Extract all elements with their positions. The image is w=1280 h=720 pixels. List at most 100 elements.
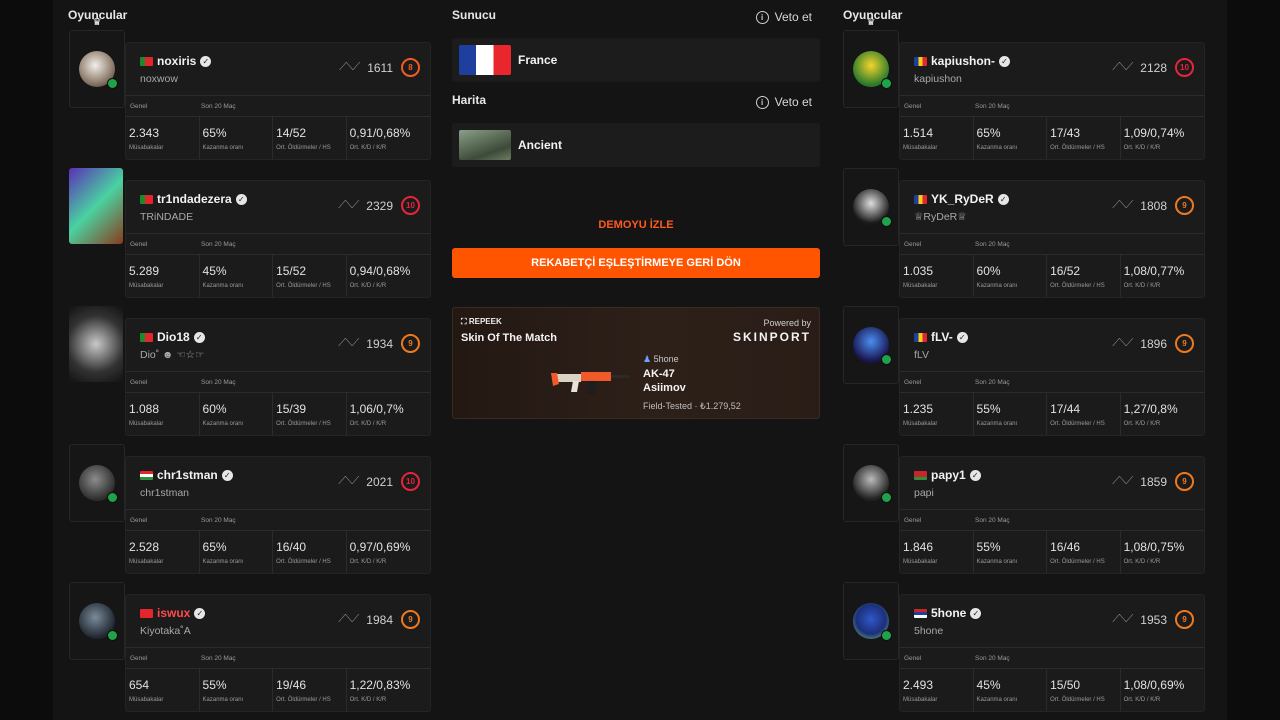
kd-value: 1,08/0,69%: [1123, 678, 1185, 692]
repeek-brand: ⛶ REPEEK: [461, 317, 502, 327]
stat-winrate: 60% Kazanma oranı: [974, 255, 1048, 297]
avatar-frame[interactable]: ♛: [843, 17, 899, 108]
matches-label: Müsabakalar: [903, 559, 938, 565]
player-name-row[interactable]: kapiushon- ✓: [914, 54, 1011, 68]
player-name-row[interactable]: Dio18 ✓: [140, 330, 205, 344]
general-label: Genel: [904, 379, 922, 386]
avatar-frame[interactable]: [843, 306, 899, 384]
stats-labels-row: Genel Son 20 Maç: [900, 648, 1204, 669]
stat-kills: 16/52 Ort. Öldürmeler / HS: [1047, 255, 1121, 297]
stat-matches: 1.514 Müsabakalar: [900, 117, 974, 159]
last20-label: Son 20 Maç: [975, 379, 1010, 386]
player-card[interactable]: iswux ✓ Kiyotaka˚A ⟋⟍⟋ 1984 9 Genel Son …: [69, 582, 431, 712]
server-section: Sunucu i Veto et France: [452, 0, 820, 90]
country-flag-icon: [914, 608, 927, 618]
last20-label: Son 20 Maç: [975, 517, 1010, 524]
winrate-value: 45%: [976, 678, 1001, 692]
player-name-row[interactable]: tr1ndadezera ✓: [140, 192, 247, 206]
player-header: noxiris ✓ noxwow ⟋⟍⟋ 1611 8: [126, 43, 430, 96]
player-card[interactable]: papy1 ✓ papi ⟋⟍⟋ 1859 9 Genel Son 20 Maç: [843, 444, 1205, 574]
player-card[interactable]: fLV- ✓ fLV ⟋⟍⟋ 1896 9 Genel Son 20 Maç 1…: [843, 306, 1205, 436]
avatar-frame[interactable]: [69, 444, 125, 522]
player-name-row[interactable]: chr1stman ✓: [140, 468, 233, 482]
kills-label: Ort. Öldürmeler / HS: [276, 421, 331, 427]
verified-icon: ✓: [999, 55, 1011, 67]
player-card[interactable]: ♛ kapiushon- ✓ kapiushon ⟋⟍⟋ 2128 10 Gen…: [843, 17, 1205, 160]
weapon-name: AK-47: [643, 368, 675, 380]
player-name-row[interactable]: fLV- ✓: [914, 330, 968, 344]
avatar-frame[interactable]: [69, 168, 123, 244]
general-label: Genel: [130, 103, 148, 110]
kills-label: Ort. Öldürmeler / HS: [276, 559, 331, 565]
stats-row: 2.528 Müsabakalar 65% Kazanma oranı 16/4…: [126, 531, 430, 573]
avatar-frame[interactable]: ♛: [69, 17, 125, 108]
avatar-frame[interactable]: [843, 582, 899, 660]
player-name-row[interactable]: iswux ✓: [140, 606, 206, 620]
kd-value: 1,06/0,7%: [349, 402, 404, 416]
winrate-label: Kazanma oranı: [976, 421, 1018, 427]
kills-label: Ort. Öldürmeler / HS: [1050, 283, 1105, 289]
player-nickname: Dio18: [157, 330, 190, 344]
kills-value: 17/44: [1050, 402, 1081, 416]
elo-value: 1934: [366, 336, 393, 351]
kills-value: 19/46: [276, 678, 307, 692]
stats-labels-row: Genel Son 20 Maç: [126, 96, 430, 117]
winrate-label: Kazanma oranı: [202, 145, 244, 151]
player-subname: noxwow: [140, 73, 178, 85]
powered-by-label: Powered by: [763, 318, 811, 328]
matches-label: Müsabakalar: [129, 421, 164, 427]
trend-icon: ⟋⟍⟋: [1112, 199, 1133, 211]
elo-value: 1953: [1140, 612, 1167, 627]
map-option[interactable]: Ancient: [452, 123, 820, 167]
player-header: kapiushon- ✓ kapiushon ⟋⟍⟋ 2128 10: [900, 43, 1204, 96]
kills-label: Ort. Öldürmeler / HS: [1050, 145, 1105, 151]
player-card[interactable]: YK_RyDeR ✓ ♕RyDeR♕ ⟋⟍⟋ 1808 9 Genel Son …: [843, 168, 1205, 298]
online-status-icon: [107, 492, 118, 503]
avatar-frame[interactable]: [843, 168, 899, 246]
player-card[interactable]: chr1stman ✓ chr1stman ⟋⟍⟋ 2021 10 Genel …: [69, 444, 431, 574]
avatar-frame[interactable]: [843, 444, 899, 522]
elo-value: 2329: [366, 198, 393, 213]
player-name-row[interactable]: papy1 ✓: [914, 468, 981, 482]
map-veto-button[interactable]: i Veto et: [755, 95, 812, 109]
player-card[interactable]: 5hone ✓ 5hone ⟋⟍⟋ 1953 9 Genel Son 20 Ma…: [843, 582, 1205, 712]
kills-value: 17/43: [1050, 126, 1081, 140]
player-card[interactable]: Dio18 ✓ Dio˚ ☻ ☜☆☞ ⟋⟍⟋ 1934 9 Genel Son …: [69, 306, 431, 436]
server-veto-label: Veto et: [774, 10, 812, 24]
watch-demo-link[interactable]: DEMOYU İZLE: [452, 219, 820, 231]
avatar-frame[interactable]: [69, 306, 123, 382]
avatar-frame[interactable]: [69, 582, 125, 660]
player-card[interactable]: ♛ noxiris ✓ noxwow ⟋⟍⟋ 1611 8 Genel Son …: [69, 17, 431, 160]
stat-kills: 16/46 Ort. Öldürmeler / HS: [1047, 531, 1121, 573]
trend-icon: ⟋⟍⟋: [338, 475, 359, 487]
elo-display: ⟋⟍⟋ 1611 8: [339, 58, 420, 77]
stat-kd: 1,22/0,83% Ort. K/D / K/R: [347, 669, 430, 711]
player-name-row[interactable]: YK_RyDeR ✓: [914, 192, 1009, 206]
player-card[interactable]: tr1ndadezera ✓ TRiNDADE ⟋⟍⟋ 2329 10 Gene…: [69, 168, 431, 298]
stat-matches: 1.088 Müsabakalar: [126, 393, 200, 435]
stats-row: 5.289 Müsabakalar 45% Kazanma oranı 15/5…: [126, 255, 430, 297]
stat-kd: 1,08/0,75% Ort. K/D / K/R: [1121, 531, 1204, 573]
trend-icon: ⟋⟍⟋: [1112, 61, 1133, 73]
player-name-row[interactable]: 5hone ✓: [914, 606, 982, 620]
player-name-row[interactable]: noxiris ✓: [140, 54, 212, 68]
repeek-label: REPEEK: [468, 317, 502, 326]
back-to-competitive-button[interactable]: REKABETÇİ EŞLEŞTİRMEYE GERİ DÖN: [452, 248, 820, 278]
elo-value: 2128: [1140, 60, 1167, 75]
player-subname: TRiNDADE: [140, 211, 194, 223]
server-veto-button[interactable]: i Veto et: [755, 10, 812, 24]
winrate-value: 55%: [976, 402, 1001, 416]
stat-kd: 1,06/0,7% Ort. K/D / K/R: [347, 393, 430, 435]
player-subname: Dio˚ ☻ ☜☆☞: [140, 349, 205, 361]
player-subname: ♕RyDeR♕: [914, 211, 967, 223]
winrate-value: 65%: [202, 540, 227, 554]
player-stats-card: fLV- ✓ fLV ⟋⟍⟋ 1896 9 Genel Son 20 Maç 1…: [899, 318, 1205, 436]
kills-label: Ort. Öldürmeler / HS: [1050, 697, 1105, 703]
elo-display: ⟋⟍⟋ 1859 9: [1112, 472, 1194, 491]
skin-of-the-match-ad[interactable]: ⛶ REPEEK Skin Of The Match Powered by SK…: [452, 307, 820, 419]
stat-winrate: 45% Kazanma oranı: [200, 255, 274, 297]
elo-display: ⟋⟍⟋ 1984 9: [338, 610, 420, 629]
kills-label: Ort. Öldürmeler / HS: [276, 283, 331, 289]
server-option[interactable]: France: [452, 38, 820, 82]
verified-icon: ✓: [193, 331, 205, 343]
